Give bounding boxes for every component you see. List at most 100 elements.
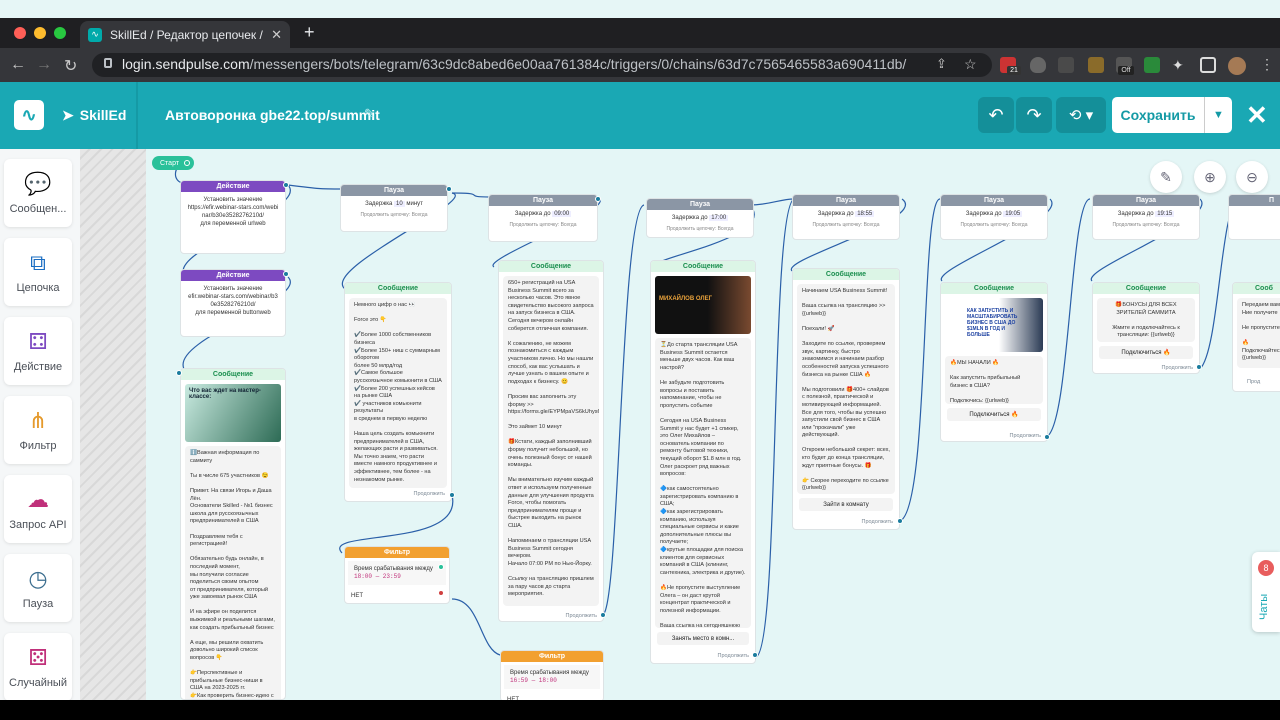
address-bar[interactable]: login.sendpulse.com/messengers/bots/tele… [92, 53, 992, 77]
node-output-connector[interactable] [897, 518, 903, 524]
filter-node[interactable]: Фильтр Время срабатывания между 18:00 — 2… [344, 546, 450, 604]
image-caption: КАК ЗАПУСТИТЬ И МАСШТАБИРОВАТЬ БИЗНЕС В … [967, 308, 1018, 338]
filter-node[interactable]: Фильтр Время срабатывания между 16:59 — 1… [500, 650, 604, 702]
sidebar-item-random[interactable]: ⚄ Случайный [4, 633, 72, 701]
node-title: Фильтр [345, 547, 449, 558]
message-button[interactable]: Подключиться 🔥 [947, 408, 1041, 421]
node-output-connector[interactable] [1044, 434, 1050, 440]
profile-avatar[interactable] [1228, 57, 1246, 75]
node-input-connector[interactable] [176, 370, 182, 376]
image-caption: Что вас ждет на мастер-классе: [189, 388, 261, 400]
extension-icon[interactable] [1088, 57, 1104, 73]
message-node[interactable]: Сообщение 🎁БОНУСЫ ДЛЯ ВСЕХ ЗРИТЕЛЕЙ САММ… [1092, 282, 1200, 374]
sidebar-item-label: Пауза [22, 598, 54, 610]
pause-node[interactable]: Пауза Задержка 10 минут Продолжить цепоч… [340, 184, 448, 232]
message-node[interactable]: Сообщение КАК ЗАПУСТИТЬ И МАСШТАБИРОВАТЬ… [940, 282, 1048, 442]
bookmark-star-icon[interactable]: ☆ [964, 56, 977, 73]
close-tab-icon[interactable]: ✕ [271, 27, 282, 43]
sendpulse-logo-icon[interactable]: ∿ [14, 100, 44, 130]
message-button[interactable]: Подключиться 🔥 [1099, 346, 1193, 359]
filter-mode: между [571, 670, 589, 676]
continue-label: Продолжить [861, 519, 893, 525]
magic-wand-button[interactable]: ✎ [1150, 161, 1182, 193]
node-output-connector[interactable] [283, 182, 289, 188]
node-output-connector[interactable] [752, 652, 758, 658]
sidebar-item-action[interactable]: ⚃ Действие [4, 317, 72, 385]
maximize-window-button[interactable] [54, 27, 66, 39]
back-icon[interactable]: ← [10, 56, 26, 74]
download-extension-icon[interactable] [1144, 57, 1160, 73]
share-icon[interactable]: ⇪ [936, 56, 947, 72]
message-bubble-icon: 💬 [24, 171, 52, 196]
node-output-connector[interactable] [283, 271, 289, 277]
lock-icon [104, 58, 112, 68]
sidebar-item-api[interactable]: ☁ Запрос API [4, 475, 72, 543]
filter-range: 18:00 — 23:59 [354, 573, 401, 580]
browser-tab[interactable]: ∿ SkillEd / Редактор цепочек / Ч ✕ [80, 21, 290, 48]
action-node[interactable]: Действие Установить значение efir.webina… [180, 269, 286, 337]
minimize-window-button[interactable] [34, 27, 46, 39]
pause-value: 19:15 [1155, 211, 1175, 217]
message-node[interactable]: Сообщение 650+ регистраций на USA Busine… [498, 260, 604, 622]
extension-off-badge: Off [1118, 66, 1134, 75]
history-button[interactable]: ⟲ ▾ [1056, 97, 1106, 133]
save-options-button[interactable]: ▼ [1204, 97, 1232, 133]
close-editor-button[interactable]: ✕ [1246, 100, 1268, 131]
zoom-out-button[interactable]: ⊖ [1236, 161, 1268, 193]
message-text: 🎁БОНУСЫ ДЛЯ ВСЕХ ЗРИТЕЛЕЙ САММИТА Жмите … [1097, 298, 1195, 342]
pause-value: 10 [394, 201, 405, 207]
puzzle-icon[interactable]: ✦ [1172, 57, 1188, 73]
node-output-connector[interactable] [449, 492, 455, 498]
pause-continue: Продолжить цепочку: Всегда [666, 226, 734, 232]
start-connector[interactable] [184, 160, 190, 166]
recycle-extension-icon[interactable] [1058, 57, 1074, 73]
message-button[interactable]: Зайти в комнату [799, 498, 893, 511]
message-node[interactable]: Сооб Передаем вам Ние получите Не пропус… [1232, 282, 1280, 392]
browser-menu-icon[interactable]: ⋮ [1260, 56, 1274, 73]
forward-icon[interactable]: → [36, 56, 52, 74]
filter-yes-connector[interactable] [438, 564, 444, 570]
shield-extension-icon[interactable] [1030, 57, 1046, 73]
new-tab-button[interactable]: + [304, 22, 315, 43]
undo-button[interactable]: ↶ [978, 97, 1014, 133]
node-title: Действие [181, 270, 285, 281]
close-window-button[interactable] [14, 27, 26, 39]
sidebar-item-filter[interactable]: ⋔ Фильтр [4, 396, 72, 464]
pause-node[interactable]: Пауза Задержка до 18:55 Продолжить цепоч… [792, 194, 900, 240]
filter-no-connector[interactable] [438, 590, 444, 596]
node-output-connector[interactable] [1196, 364, 1202, 370]
chats-widget[interactable]: 8 Чаты [1252, 552, 1280, 632]
message-node[interactable]: Сообщение МИХАЙЛОВ ОЛЕГ ⏳До старта транс… [650, 260, 756, 664]
bot-name[interactable]: ➤ SkillEd [62, 107, 126, 124]
node-output-connector[interactable] [446, 186, 452, 192]
sidebar-item-message[interactable]: 💬 Сообщен... [4, 159, 72, 227]
node-output-connector[interactable] [600, 612, 606, 618]
sidebar-item-pause[interactable]: ◷ Пауза [4, 554, 72, 622]
edit-pencil-icon[interactable]: ✎ [364, 106, 375, 122]
zoom-in-button[interactable]: ⊕ [1194, 161, 1226, 193]
action-text: Установить значение [203, 197, 263, 203]
action-node[interactable]: Действие Установить значение https://efi… [180, 180, 286, 254]
pause-node[interactable]: Пауза Задержка до 09:00 Продолжить цепоч… [488, 194, 598, 242]
continue-label: Продолжить [565, 613, 597, 619]
redo-button[interactable]: ↷ [1016, 97, 1052, 133]
message-node[interactable]: Сообщение Немного цифр о нас 👀 Force это… [344, 282, 452, 502]
image-caption: МИХАЙЛОВ ОЛЕГ [659, 296, 712, 302]
pause-text: Задержка до [965, 211, 1002, 217]
pause-node[interactable]: Пауза Задержка до 17:00 Продолжить цепоч… [646, 198, 754, 238]
message-button[interactable]: Занять место в комн... [657, 632, 749, 645]
action-value: efir.webinar-stars.com/webinar/b30e35282… [188, 294, 278, 308]
node-output-connector[interactable] [595, 196, 601, 202]
pause-node[interactable]: Пауза Задержка до 19:05 Продолжить цепоч… [940, 194, 1048, 240]
message-node[interactable]: Сообщение Что вас ждет на мастер-классе:… [180, 368, 286, 700]
sidebar-item-label: Запрос API [9, 519, 67, 531]
zoom-out-icon: ⊖ [1246, 168, 1258, 185]
pause-node[interactable]: Пауза Задержка до 19:15 Продолжить цепоч… [1092, 194, 1200, 240]
sidepanel-icon[interactable] [1200, 57, 1216, 73]
message-node[interactable]: Сообщение Начинаем USA Business Summit! … [792, 268, 900, 530]
message-text: 🔥МЫ НАЧАЛИ 🔥 Как запустить прибыльный би… [945, 356, 1043, 404]
pause-node[interactable]: П [1228, 194, 1280, 240]
sidebar-item-chain[interactable]: ⧉ Цепочка [4, 238, 72, 306]
save-button[interactable]: Сохранить [1112, 97, 1204, 133]
reload-icon[interactable]: ↻ [64, 56, 77, 76]
